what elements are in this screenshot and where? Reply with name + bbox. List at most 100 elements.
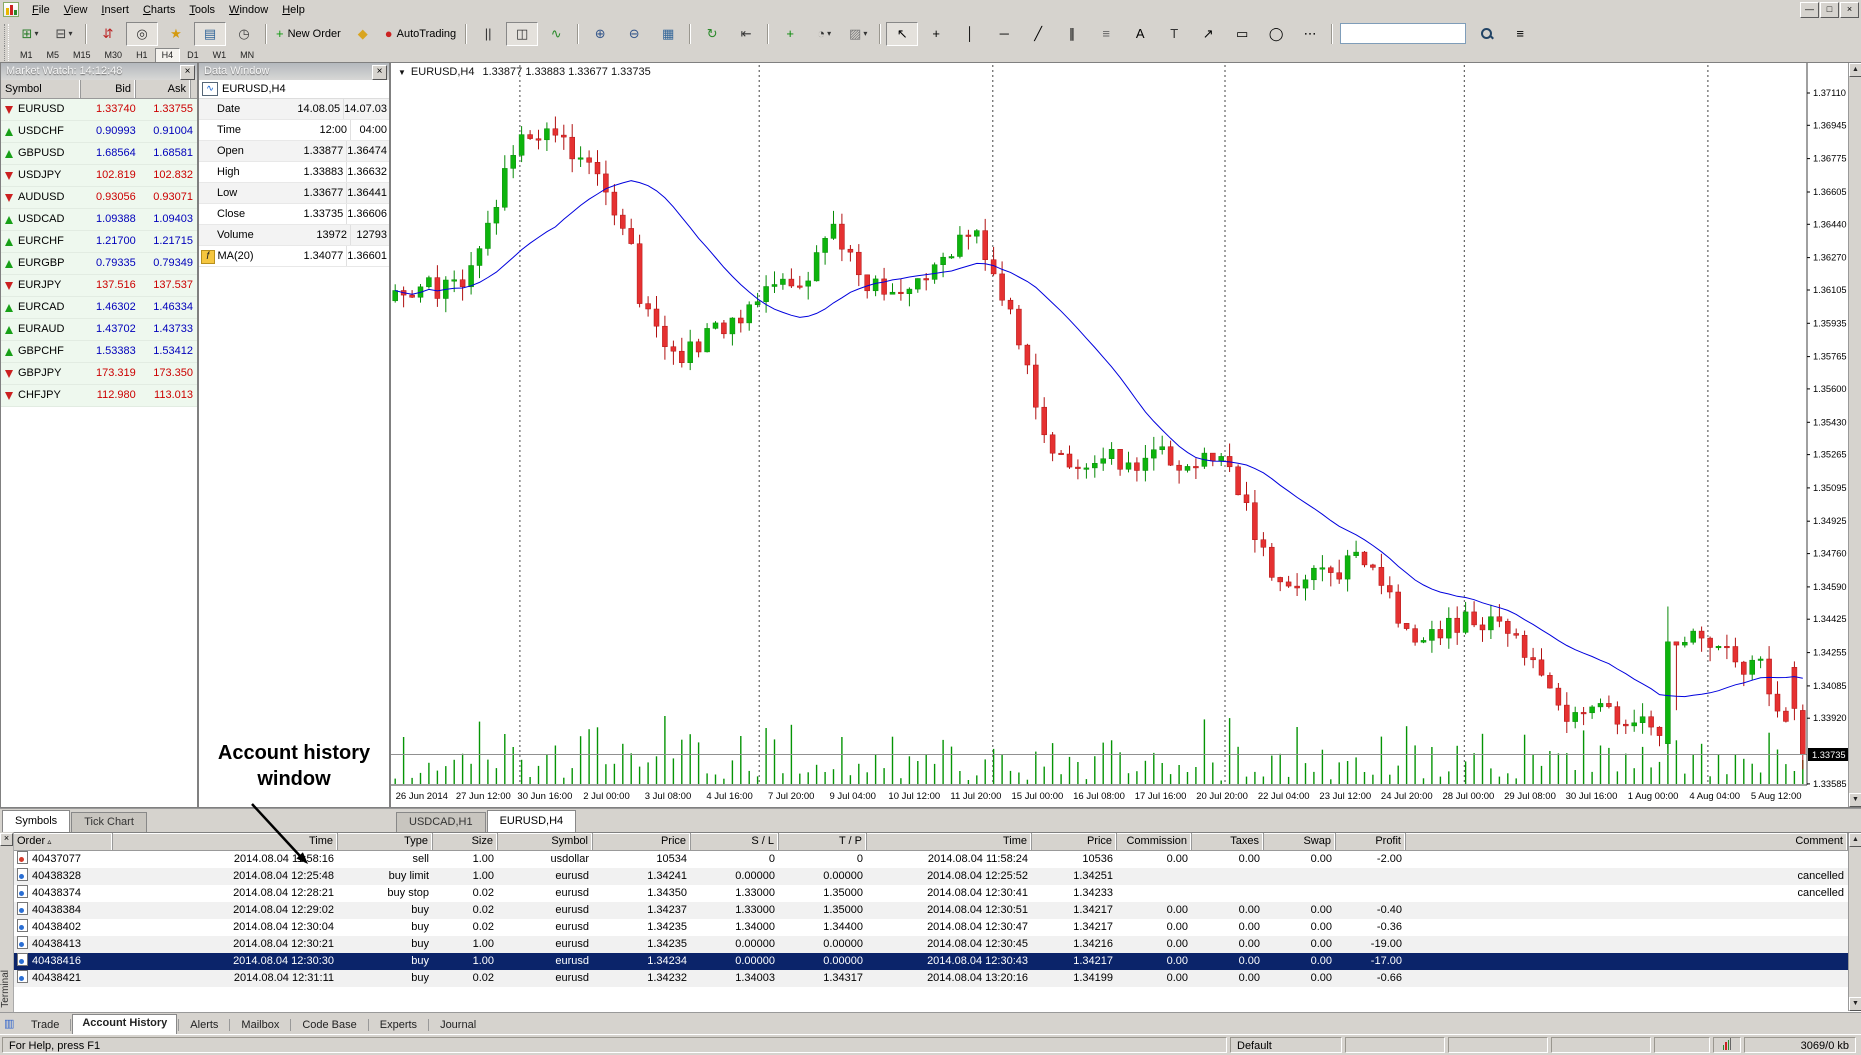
- order-row[interactable]: 404370772014.08.04 11:58:16sell1.00usdol…: [13, 851, 1848, 868]
- cursor-button[interactable]: ↖: [886, 22, 918, 46]
- fibonacci-button[interactable]: ≡: [1090, 22, 1122, 46]
- search-button[interactable]: [1470, 22, 1502, 46]
- text-button[interactable]: A: [1124, 22, 1156, 46]
- metaeditor-button[interactable]: ◆: [347, 22, 379, 46]
- market-watch-row[interactable]: EURGBP0.793350.79349: [1, 253, 197, 275]
- market-watch-row[interactable]: GBPUSD1.685641.68581: [1, 143, 197, 165]
- scroll-up-icon[interactable]: ▲: [1849, 63, 1861, 77]
- market-watch-row[interactable]: GBPJPY173.319173.350: [1, 363, 197, 385]
- chevron-down-icon[interactable]: ▾: [34, 29, 38, 38]
- status-profile[interactable]: Default: [1230, 1037, 1342, 1053]
- menu-item-file[interactable]: File: [25, 2, 57, 18]
- column-header-price[interactable]: Price: [593, 833, 691, 850]
- tab-alerts[interactable]: Alerts: [180, 1016, 228, 1034]
- market-watch-row[interactable]: AUDUSD0.930560.93071: [1, 187, 197, 209]
- market-watch-button[interactable]: ⇵: [92, 22, 124, 46]
- scroll-down-icon[interactable]: ▼: [1849, 793, 1861, 807]
- column-header-ask[interactable]: Ask: [136, 80, 191, 98]
- zoom-in-button[interactable]: ⊕: [584, 22, 616, 46]
- periods-button[interactable]: ◔▾: [808, 22, 840, 46]
- indicators-button[interactable]: +: [774, 22, 806, 46]
- tab-trade[interactable]: Trade: [21, 1016, 69, 1034]
- column-header-comment[interactable]: Comment: [1406, 833, 1848, 850]
- order-row[interactable]: 404383742014.08.04 12:28:21buy stop0.02e…: [13, 885, 1848, 902]
- order-row[interactable]: 404384162014.08.04 12:30:30buy1.00eurusd…: [13, 953, 1848, 970]
- market-watch-row[interactable]: EURUSD1.337401.33755: [1, 99, 197, 121]
- maximize-button[interactable]: □: [1820, 2, 1839, 18]
- column-header-commission[interactable]: Commission: [1117, 833, 1192, 850]
- column-header-taxes[interactable]: Taxes: [1192, 833, 1264, 850]
- crosshair-button[interactable]: +: [920, 22, 952, 46]
- autotrading-button[interactable]: ●AutoTrading: [381, 22, 460, 46]
- close-icon[interactable]: ×: [372, 65, 387, 80]
- chart-scrollbar[interactable]: ▲ ▼: [1848, 63, 1861, 807]
- market-watch-row[interactable]: EURAUD1.437021.43733: [1, 319, 197, 341]
- column-header-bid[interactable]: Bid: [81, 80, 136, 98]
- auto-scroll-button[interactable]: ↻: [696, 22, 728, 46]
- channel-button[interactable]: ∥: [1056, 22, 1088, 46]
- market-watch-row[interactable]: USDJPY102.819102.832: [1, 165, 197, 187]
- timeframe-h1[interactable]: H1: [129, 48, 155, 63]
- order-row[interactable]: 404383842014.08.04 12:29:02buy0.02eurusd…: [13, 902, 1848, 919]
- shapes-button[interactable]: ▭: [1226, 22, 1258, 46]
- column-header-size[interactable]: Size: [433, 833, 498, 850]
- column-header-tp[interactable]: T / P: [779, 833, 867, 850]
- chart-tab-usdcad-h1[interactable]: USDCAD,H1: [396, 812, 486, 832]
- data-window-button[interactable]: ▤: [194, 22, 226, 46]
- scroll-up-icon[interactable]: ▲: [1849, 833, 1861, 847]
- more-tools-button[interactable]: ⋯: [1294, 22, 1326, 46]
- timeframe-w1[interactable]: W1: [206, 48, 234, 63]
- timeframe-d1[interactable]: D1: [180, 48, 206, 63]
- menu-item-charts[interactable]: Charts: [136, 2, 182, 18]
- timeframe-m1[interactable]: M1: [13, 48, 40, 63]
- tab-experts[interactable]: Experts: [370, 1016, 427, 1034]
- column-header-swap[interactable]: Swap: [1264, 833, 1336, 850]
- chevron-down-icon[interactable]: ▾: [68, 29, 72, 38]
- menu-item-window[interactable]: Window: [222, 2, 275, 18]
- toolbar-menu-button[interactable]: ≡: [1504, 22, 1536, 46]
- market-watch-row[interactable]: EURCHF1.217001.21715: [1, 231, 197, 253]
- order-row[interactable]: 404384132014.08.04 12:30:21buy1.00eurusd…: [13, 936, 1848, 953]
- terminal-scrollbar[interactable]: ▲ ▼: [1848, 833, 1861, 1011]
- market-watch-row[interactable]: GBPCHF1.533831.53412: [1, 341, 197, 363]
- tab-mailbox[interactable]: Mailbox: [231, 1016, 289, 1034]
- market-watch-row[interactable]: USDCAD1.093881.09403: [1, 209, 197, 231]
- vertical-line-button[interactable]: │: [954, 22, 986, 46]
- trendline-button[interactable]: ╱: [1022, 22, 1054, 46]
- market-watch-row[interactable]: USDCHF0.909930.91004: [1, 121, 197, 143]
- menu-item-tools[interactable]: Tools: [182, 2, 222, 18]
- new-chart-button[interactable]: ⊞▾: [14, 22, 46, 46]
- ellipse-button[interactable]: ◯: [1260, 22, 1292, 46]
- strategy-tester-button[interactable]: ◷: [228, 22, 260, 46]
- chart-shift-button[interactable]: ⇤: [730, 22, 762, 46]
- column-header-type[interactable]: Type: [338, 833, 433, 850]
- column-header-price2[interactable]: Price: [1032, 833, 1117, 850]
- zoom-out-button[interactable]: ⊖: [618, 22, 650, 46]
- menu-item-insert[interactable]: Insert: [94, 2, 136, 18]
- column-header-symbol[interactable]: Symbol: [498, 833, 593, 850]
- menu-item-view[interactable]: View: [57, 2, 95, 18]
- timeframe-mn[interactable]: MN: [233, 48, 261, 63]
- column-header-order[interactable]: Order ▵: [13, 833, 113, 850]
- market-watch-row[interactable]: EURCAD1.463021.46334: [1, 297, 197, 319]
- scroll-down-icon[interactable]: ▼: [1849, 997, 1861, 1011]
- chart-window[interactable]: 1.371101.369451.367751.366051.364401.362…: [390, 62, 1861, 808]
- timeframe-m30[interactable]: M30: [98, 48, 130, 63]
- chevron-down-icon[interactable]: ▼: [398, 68, 406, 77]
- market-watch-row[interactable]: EURJPY137.516137.537: [1, 275, 197, 297]
- tab-tick-chart[interactable]: Tick Chart: [71, 812, 147, 832]
- minimize-button[interactable]: —: [1800, 2, 1819, 18]
- navigator-button[interactable]: ◎: [126, 22, 158, 46]
- market-watch-row[interactable]: CHFJPY112.980113.013: [1, 385, 197, 407]
- tab-journal[interactable]: Journal: [430, 1016, 486, 1034]
- new-order-button[interactable]: +New Order: [272, 22, 345, 46]
- order-row[interactable]: 404383282014.08.04 12:25:48buy limit1.00…: [13, 868, 1848, 885]
- arrows-button[interactable]: ↗: [1192, 22, 1224, 46]
- timeframe-m15[interactable]: M15: [66, 48, 98, 63]
- timeframe-m5[interactable]: M5: [40, 48, 67, 63]
- chevron-down-icon[interactable]: ▾: [863, 29, 867, 38]
- history-center-button[interactable]: ★: [160, 22, 192, 46]
- column-header-time2[interactable]: Time: [867, 833, 1032, 850]
- text-label-button[interactable]: T: [1158, 22, 1190, 46]
- column-header-sl[interactable]: S / L: [691, 833, 779, 850]
